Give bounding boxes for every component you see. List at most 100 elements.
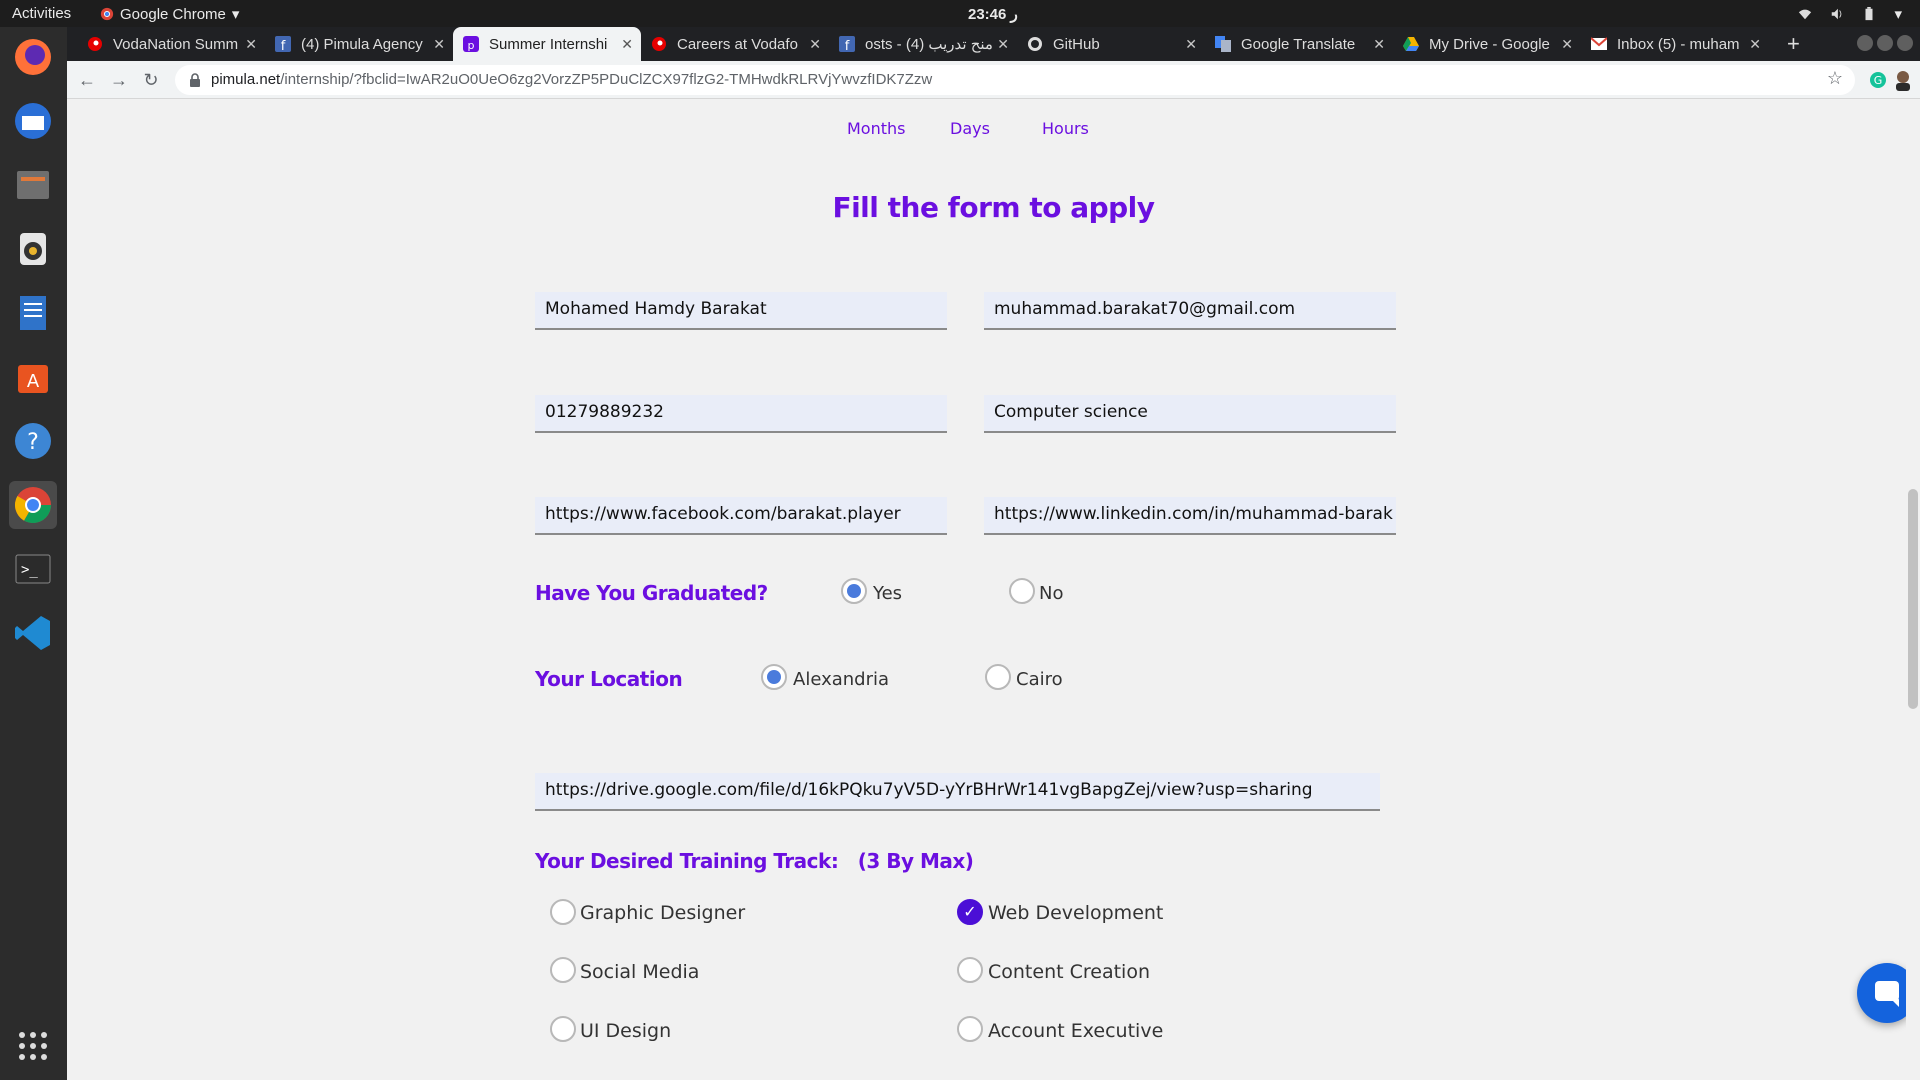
linkedin-url-field[interactable]: https://www.linkedin.com/in/muhammad-bar…: [984, 497, 1396, 535]
tab-vodanation[interactable]: VodaNation Summ ✕: [77, 27, 265, 61]
back-button[interactable]: ←: [77, 70, 97, 90]
close-icon[interactable]: ✕: [997, 36, 1009, 53]
avatar[interactable]: [1893, 69, 1913, 91]
track-social-media-label[interactable]: Social Media: [580, 961, 699, 983]
app-grid-icon[interactable]: [9, 1022, 57, 1070]
thunderbird-icon[interactable]: [9, 97, 57, 145]
firefox-icon[interactable]: [9, 33, 57, 81]
tab-summer-internship[interactable]: p Summer Internshi ✕: [453, 27, 641, 61]
location-cairo-radio[interactable]: [985, 664, 1011, 690]
files-icon[interactable]: [9, 161, 57, 209]
rhythmbox-icon[interactable]: [9, 225, 57, 273]
track-ui-design-checkbox[interactable]: [550, 1016, 576, 1042]
system-tray[interactable]: ▾: [1798, 5, 1902, 23]
clock[interactable]: 23:46 ر: [968, 5, 1018, 23]
tab-pimula-facebook[interactable]: f (4) Pimula Agency ✕: [265, 27, 453, 61]
tab-strip: VodaNation Summ ✕ f (4) Pimula Agency ✕ …: [67, 27, 1920, 61]
tab-title: (4) Pimula Agency: [301, 35, 423, 53]
web-page: Months Days Hours Fill the form to apply…: [67, 99, 1920, 1080]
track-content-creation-label[interactable]: Content Creation: [988, 961, 1150, 983]
writer-icon[interactable]: [9, 289, 57, 337]
chrome-icon[interactable]: [9, 481, 57, 529]
tab-google-drive[interactable]: My Drive - Google ✕: [1393, 27, 1581, 61]
close-icon[interactable]: ✕: [433, 36, 445, 53]
countdown-unit: Months: [847, 119, 906, 138]
close-icon[interactable]: ✕: [621, 36, 633, 53]
new-tab-button[interactable]: +: [1787, 31, 1800, 57]
svg-text:A: A: [27, 371, 40, 392]
close-icon[interactable]: ✕: [1373, 36, 1385, 53]
maximize-button[interactable]: [1877, 35, 1893, 51]
minimize-button[interactable]: [1857, 35, 1873, 51]
location-cairo-label[interactable]: Cairo: [1016, 669, 1063, 690]
translate-icon: [1215, 36, 1231, 52]
countdown-unit: Hours: [1042, 119, 1089, 138]
track-graphic-designer-checkbox[interactable]: [550, 899, 576, 925]
help-icon[interactable]: ?: [9, 417, 57, 465]
graduated-no-radio[interactable]: [1009, 578, 1035, 604]
wifi-icon: [1799, 9, 1812, 20]
terminal-icon[interactable]: >_: [9, 545, 57, 593]
url-text: pimula.net/internship/?fbclid=IwAR2uO0Ue…: [211, 71, 932, 88]
training-track-question: Your Desired Training Track: (3 By Max): [535, 849, 974, 873]
major-field[interactable]: Computer science: [984, 395, 1396, 433]
tab-facebook-posts[interactable]: f osts - منح تدريب (4) ✕: [829, 27, 1017, 61]
page-scrollbar[interactable]: [1906, 99, 1920, 1080]
full-name-field[interactable]: Mohamed Hamdy Barakat: [535, 292, 947, 330]
training-track-label: Your Desired Training Track:: [535, 849, 839, 873]
countdown-unit: Days: [950, 119, 990, 138]
app-menu-label: Google Chrome: [120, 5, 226, 23]
tab-title: My Drive - Google: [1429, 35, 1550, 53]
track-ui-design-label[interactable]: UI Design: [580, 1020, 671, 1042]
track-web-development-checkbox[interactable]: ✓: [957, 899, 983, 925]
app-menu[interactable]: Google Chrome ▾: [100, 5, 239, 23]
track-account-executive-label[interactable]: Account Executive: [988, 1020, 1163, 1042]
location-alexandria-label[interactable]: Alexandria: [793, 669, 889, 690]
url-path: /internship/?fbclid=IwAR2uO0UeO6zg2VorzZ…: [280, 71, 933, 88]
tab-title: Careers at Vodafo: [677, 35, 798, 53]
activities-button[interactable]: Activities: [12, 5, 71, 22]
track-graphic-designer-label[interactable]: Graphic Designer: [580, 902, 745, 924]
vscode-icon[interactable]: [9, 609, 57, 657]
browser-toolbar: ← → ↻ pimula.net/internship/?fbclid=IwAR…: [67, 61, 1920, 99]
phone-field[interactable]: 01279889232: [535, 395, 947, 433]
address-bar[interactable]: pimula.net/internship/?fbclid=IwAR2uO0Ue…: [175, 65, 1855, 95]
forward-button[interactable]: →: [109, 70, 129, 90]
tab-title: GitHub: [1053, 35, 1100, 53]
graduated-no-label[interactable]: No: [1039, 583, 1063, 604]
tab-vodafone-careers[interactable]: Careers at Vodafo ✕: [641, 27, 829, 61]
close-icon[interactable]: ✕: [809, 36, 821, 53]
tab-gmail[interactable]: Inbox (5) - muham ✕: [1581, 27, 1769, 61]
tab-google-translate[interactable]: Google Translate ✕: [1205, 27, 1393, 61]
close-icon[interactable]: ✕: [1185, 36, 1197, 53]
graduated-yes-label[interactable]: Yes: [873, 583, 902, 604]
training-track-max: (3 By Max): [857, 849, 974, 873]
tab-title: Google Translate: [1241, 35, 1356, 53]
track-social-media-checkbox[interactable]: [550, 957, 576, 983]
close-icon[interactable]: ✕: [1561, 36, 1573, 53]
facebook-icon: f: [839, 36, 855, 52]
track-content-creation-checkbox[interactable]: [957, 957, 983, 983]
drive-icon: [1403, 37, 1419, 51]
email-field[interactable]: muhammad.barakat70@gmail.com: [984, 292, 1396, 330]
cv-link-field[interactable]: https://drive.google.com/file/d/16kPQku7…: [535, 773, 1380, 811]
close-icon[interactable]: ✕: [1749, 36, 1761, 53]
location-alexandria-radio[interactable]: [761, 664, 787, 690]
reload-button[interactable]: ↻: [141, 70, 161, 90]
track-account-executive-checkbox[interactable]: [957, 1016, 983, 1042]
track-web-development-label[interactable]: Web Development: [988, 902, 1163, 924]
close-icon[interactable]: ✕: [245, 36, 257, 53]
battery-icon: [1865, 7, 1873, 21]
facebook-icon: f: [275, 36, 291, 52]
scrollbar-thumb[interactable]: [1908, 489, 1918, 709]
software-center-icon[interactable]: A: [9, 353, 57, 401]
close-window-button[interactable]: [1897, 35, 1913, 51]
bookmark-star-icon[interactable]: ☆: [1827, 68, 1843, 89]
graduated-yes-radio[interactable]: [841, 578, 867, 604]
tab-github[interactable]: GitHub ✕: [1017, 27, 1205, 61]
grammarly-icon[interactable]: G: [1869, 71, 1887, 89]
gmail-icon: [1591, 37, 1607, 50]
chrome-icon: [100, 7, 114, 21]
lock-icon: [190, 73, 200, 87]
facebook-url-field[interactable]: https://www.facebook.com/barakat.player: [535, 497, 947, 535]
